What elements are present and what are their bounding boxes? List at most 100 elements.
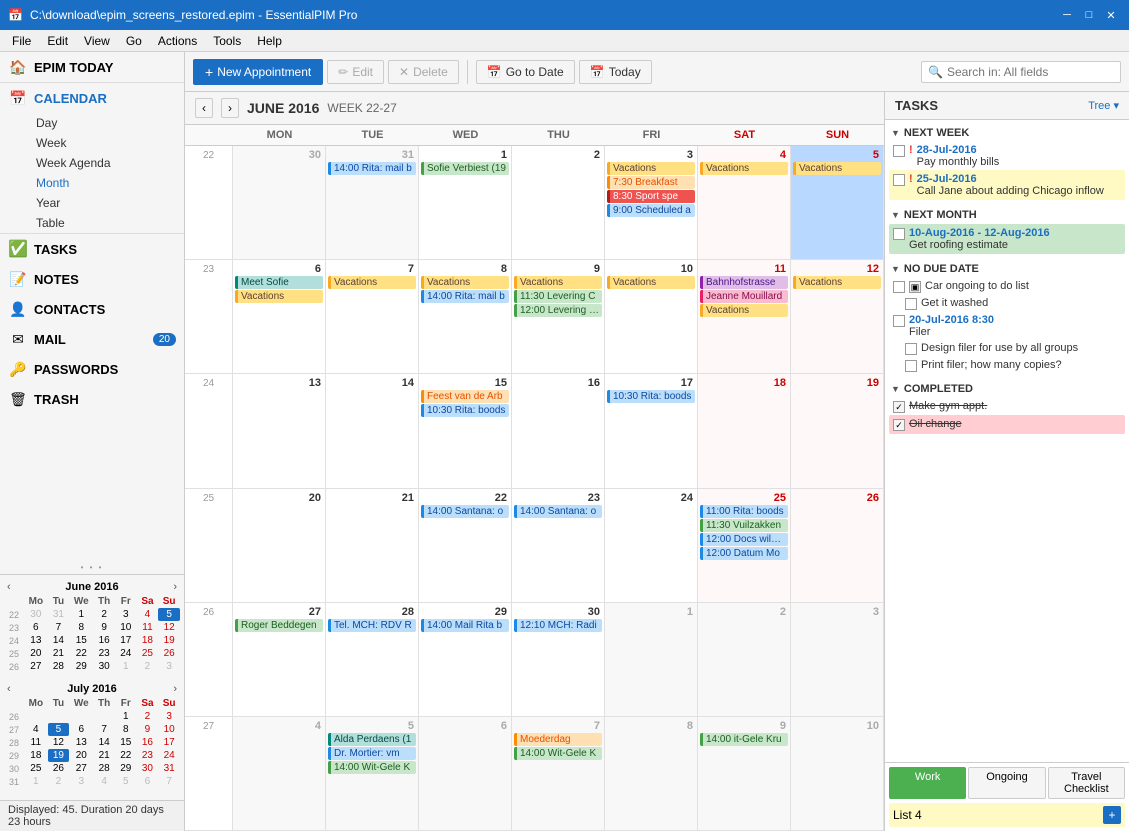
mini-cal-june-prev[interactable]: ‹ [4, 581, 14, 593]
mini-cal-day[interactable]: 1 [69, 608, 93, 621]
mini-cal-july-next[interactable]: › [170, 683, 180, 695]
mini-cal-day[interactable]: 8 [69, 621, 93, 634]
cal-event-3-5-1[interactable]: 11:30 Vuilzakken [700, 519, 788, 532]
cal-cell-5-6[interactable]: 10 [791, 717, 884, 830]
cal-event-0-6-0[interactable]: Vacations [793, 162, 881, 175]
task-section-no-due-header[interactable]: ▼ NO DUE DATE [889, 260, 1125, 278]
menu-file[interactable]: File [4, 32, 39, 50]
mini-cal-day[interactable]: 19 [158, 634, 180, 647]
cal-event-1-2-0[interactable]: Vacations [421, 276, 509, 289]
cal-next-button[interactable]: › [221, 98, 239, 118]
mini-cal-day[interactable]: 5 [158, 608, 180, 621]
cal-event-1-0-0[interactable]: Meet Sofie [235, 276, 323, 289]
mini-cal-day[interactable]: 2 [93, 608, 115, 621]
minimize-button[interactable]: ─ [1057, 5, 1077, 25]
mini-cal-day[interactable]: 21 [93, 749, 115, 762]
cal-cell-2-3[interactable]: 16 [512, 374, 605, 487]
mini-cal-day[interactable]: 8 [115, 723, 137, 736]
mini-cal-day[interactable]: 27 [69, 762, 93, 775]
mini-cal-day[interactable]: 10 [158, 723, 180, 736]
cal-event-3-2-0[interactable]: 14:00 Santana: o [421, 505, 509, 518]
mini-cal-day[interactable]: 31 [48, 608, 70, 621]
mini-cal-day[interactable]: 5 [115, 775, 137, 788]
mini-cal-day[interactable]: 1 [115, 660, 137, 673]
cal-event-0-4-0[interactable]: Vacations [607, 162, 695, 175]
cal-cell-2-6[interactable]: 19 [791, 374, 884, 487]
mini-cal-july-prev[interactable]: ‹ [4, 683, 14, 695]
subnav-year[interactable]: Year [32, 193, 184, 213]
sidebar-item-notes[interactable]: 📝 NOTES [0, 264, 184, 294]
cal-event-2-2-1[interactable]: 10:30 Rita: boods [421, 404, 509, 417]
task-1-checkbox[interactable] [893, 145, 905, 157]
cal-event-5-3-1[interactable]: 14:00 Wit-Gele K [514, 747, 602, 760]
mini-cal-day[interactable]: 11 [24, 736, 48, 749]
mini-cal-day[interactable]: 19 [48, 749, 70, 762]
task-section-next-month-header[interactable]: ▼ NEXT MONTH [889, 206, 1125, 224]
mini-cal-day[interactable]: 12 [158, 621, 180, 634]
mini-cal-day[interactable]: 18 [137, 634, 159, 647]
mini-cal-day[interactable]: 25 [24, 762, 48, 775]
cal-event-5-1-0[interactable]: Alda Perdaens (1 [328, 733, 416, 746]
task-add-button[interactable]: + [1103, 806, 1121, 824]
task-5-checkbox[interactable] [905, 298, 917, 310]
cal-cell-3-2[interactable]: 2214:00 Santana: o [419, 489, 512, 602]
mini-cal-day[interactable]: 3 [158, 660, 180, 673]
cal-event-0-2-0[interactable]: Sofie Verbiest (19 [421, 162, 509, 175]
cal-cell-3-0[interactable]: 20 [233, 489, 326, 602]
cal-cell-1-1[interactable]: 7Vacations [326, 260, 419, 373]
menu-edit[interactable]: Edit [39, 32, 76, 50]
cal-cell-2-4[interactable]: 1710:30 Rita: boods [605, 374, 698, 487]
subnav-table[interactable]: Table [32, 213, 184, 233]
mini-cal-day[interactable]: 20 [69, 749, 93, 762]
mini-cal-day[interactable]: 1 [115, 710, 137, 723]
sidebar-item-calendar[interactable]: 📅 CALENDAR [0, 83, 184, 113]
subnav-day[interactable]: Day [32, 113, 184, 133]
mini-cal-day[interactable]: 6 [69, 723, 93, 736]
mini-cal-day[interactable]: 11 [137, 621, 159, 634]
cal-cell-0-2[interactable]: 1Sofie Verbiest (19 [419, 146, 512, 259]
mini-cal-day[interactable]: 9 [137, 723, 159, 736]
cal-event-1-3-2[interactable]: 12:00 Levering 12 [514, 304, 602, 317]
cal-cell-1-6[interactable]: 12Vacations [791, 260, 884, 373]
mini-cal-day[interactable]: 7 [158, 775, 180, 788]
cal-event-1-5-2[interactable]: Vacations [700, 304, 788, 317]
cal-cell-2-1[interactable]: 14 [326, 374, 419, 487]
menu-go[interactable]: Go [118, 32, 150, 50]
cal-cell-3-6[interactable]: 26 [791, 489, 884, 602]
mini-cal-day[interactable]: 23 [93, 647, 115, 660]
cal-cell-1-0[interactable]: 6Meet SofieVacations [233, 260, 326, 373]
cal-cell-4-4[interactable]: 1 [605, 603, 698, 716]
cal-event-0-4-3[interactable]: 9:00 Scheduled a [607, 204, 695, 217]
cal-event-5-5-0[interactable]: 14:00 it-Gele Kru [700, 733, 788, 746]
maximize-button[interactable]: □ [1079, 5, 1099, 25]
sidebar-item-contacts[interactable]: 👤 CONTACTS [0, 294, 184, 324]
mini-cal-day[interactable]: 24 [115, 647, 137, 660]
mini-cal-day[interactable]: 13 [24, 634, 48, 647]
cal-event-3-5-2[interactable]: 12:00 Docs wilsve [700, 533, 788, 546]
cal-cell-0-4[interactable]: 3Vacations7:30 Breakfast8:30 Sport spe9:… [605, 146, 698, 259]
cal-cell-4-3[interactable]: 3012:10 MCH: Radi [512, 603, 605, 716]
mini-cal-day[interactable]: 25 [137, 647, 159, 660]
task-4-checkbox[interactable] [893, 281, 905, 293]
sidebar-item-trash[interactable]: 🗑 TRASH [0, 384, 184, 414]
mini-cal-day[interactable]: 3 [158, 710, 180, 723]
mini-cal-day[interactable]: 16 [137, 736, 159, 749]
cal-cell-5-2[interactable]: 6 [419, 717, 512, 830]
new-appointment-button[interactable]: + New Appointment [193, 59, 323, 85]
cal-cell-1-3[interactable]: 9Vacations11:30 Levering C12:00 Levering… [512, 260, 605, 373]
cal-cell-4-0[interactable]: 27Roger Beddegen [233, 603, 326, 716]
cal-cell-2-0[interactable]: 13 [233, 374, 326, 487]
mini-cal-day[interactable]: 7 [93, 723, 115, 736]
mini-cal-day[interactable]: 16 [93, 634, 115, 647]
menu-view[interactable]: View [76, 32, 118, 50]
task-8-checkbox[interactable] [905, 360, 917, 372]
mini-cal-day[interactable]: 22 [69, 647, 93, 660]
subnav-week[interactable]: Week [32, 133, 184, 153]
mini-cal-day[interactable]: 17 [158, 736, 180, 749]
cal-cell-4-1[interactable]: 28Tel. MCH: RDV R [326, 603, 419, 716]
cal-event-0-4-1[interactable]: 7:30 Breakfast [607, 176, 695, 189]
cal-cell-3-3[interactable]: 2314:00 Santana: o [512, 489, 605, 602]
cal-event-2-4-0[interactable]: 10:30 Rita: boods [607, 390, 695, 403]
cal-event-1-4-0[interactable]: Vacations [607, 276, 695, 289]
cal-event-2-2-0[interactable]: Feest van de Arb [421, 390, 509, 403]
